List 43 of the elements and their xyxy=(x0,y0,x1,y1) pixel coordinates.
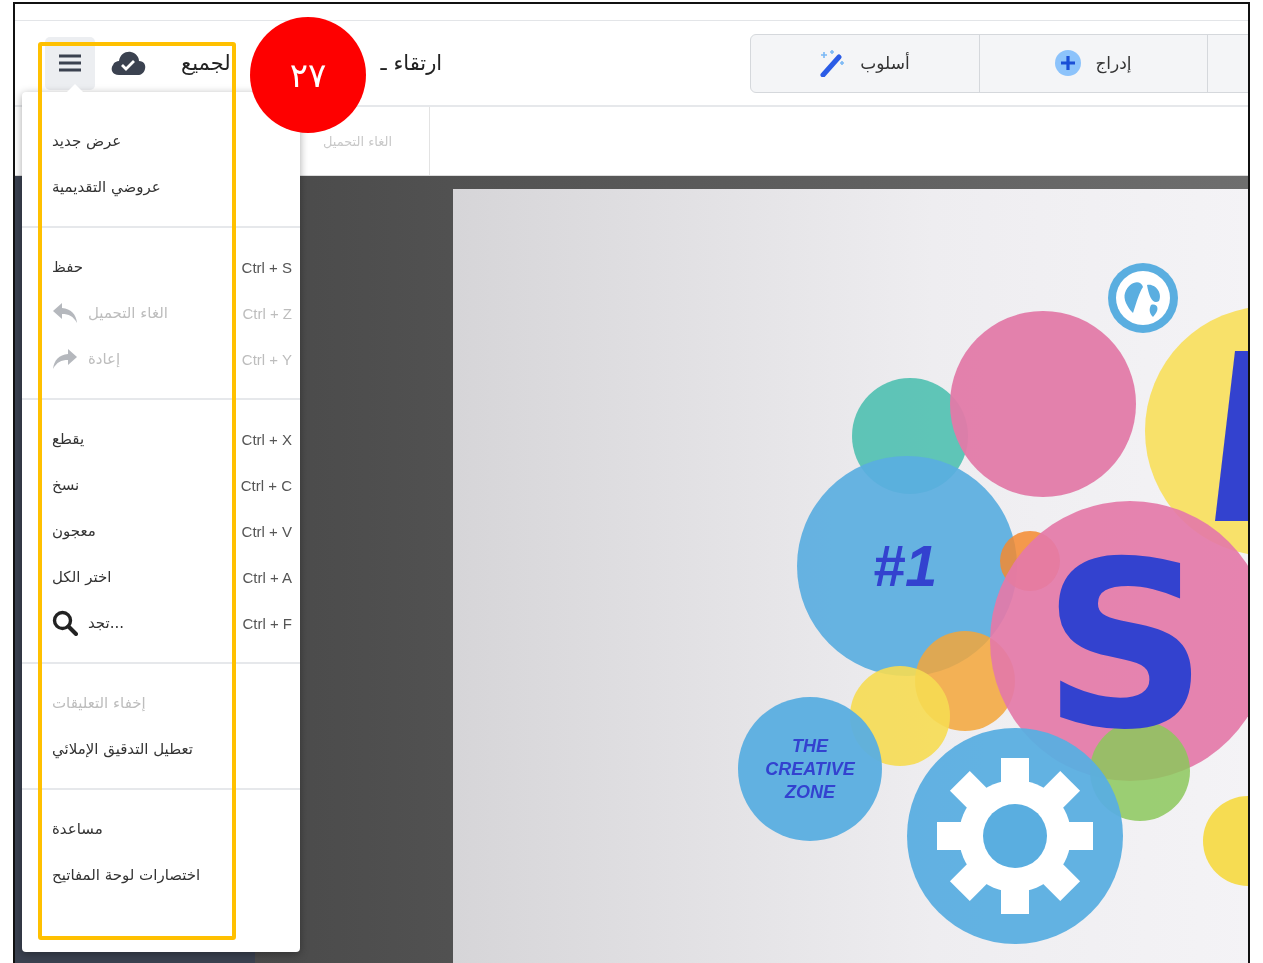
shortcut-text: Ctrl + Z xyxy=(242,304,292,322)
cloud-check-icon xyxy=(110,50,146,76)
menu-item-label: اختصارات لوحة المفاتيح xyxy=(52,866,201,884)
step-number-badge: ٢٧ xyxy=(250,17,366,133)
menu-item-label: إعادة xyxy=(88,350,121,368)
presentation-title: ارتقاء ـ xyxy=(380,51,443,75)
search-icon xyxy=(52,610,78,636)
gear-icon xyxy=(937,758,1093,914)
menu-item[interactable]: مساعدة xyxy=(22,806,300,852)
menu-icon xyxy=(58,53,82,73)
magic-wand-icon xyxy=(820,49,847,77)
menu-item-label: تعطيل التدقيق الإملائي xyxy=(52,740,193,758)
menu-item-label: إخفاء التعليقات xyxy=(52,694,146,712)
shortcut-text: Ctrl + X xyxy=(241,430,292,448)
slide-caption: THE CREATIVE ZONE xyxy=(765,736,855,802)
menu-item-label: الغاء التحميل xyxy=(88,304,168,322)
redo-icon xyxy=(52,348,78,370)
menu-item-label: اختر الكل xyxy=(52,568,112,586)
menu-item-label: ...تجد xyxy=(88,614,125,632)
slide-letter: S xyxy=(1042,513,1208,780)
menu-item-label: معجون xyxy=(52,522,96,540)
menu-item-label: يقطع xyxy=(52,430,85,448)
insert-button[interactable]: إدراج xyxy=(979,34,1207,92)
menu-item[interactable]: اختصارات لوحة المفاتيح xyxy=(22,852,300,898)
plus-icon xyxy=(1055,50,1082,76)
menu-item-label: عرض جديد xyxy=(52,132,122,150)
menu-item-label: حفظ xyxy=(52,258,84,276)
menu-button[interactable] xyxy=(45,36,95,90)
shortcut-text: Ctrl + Y xyxy=(241,350,292,368)
shortcut-text: Ctrl + F xyxy=(242,614,292,632)
shortcut-text: Ctrl + A xyxy=(242,568,292,586)
slide-number-text: #1 xyxy=(872,533,938,598)
presentation-title: لجميع xyxy=(181,51,231,75)
globe-icon xyxy=(1108,263,1178,333)
menu-item-label: نسخ xyxy=(52,476,80,494)
menu-item-label: مساعدة xyxy=(52,820,103,838)
shortcut-text: Ctrl + C xyxy=(240,476,292,494)
shortcut-text: Ctrl + V xyxy=(241,522,292,540)
undo-icon xyxy=(52,302,78,324)
menu-item[interactable]: تعطيل التدقيق الإملائي xyxy=(22,726,300,772)
style-button[interactable]: أسلوب xyxy=(751,34,979,92)
menu-item-label: عروضي التقديمية xyxy=(52,178,161,196)
shortcut-text: Ctrl + S xyxy=(241,258,292,276)
